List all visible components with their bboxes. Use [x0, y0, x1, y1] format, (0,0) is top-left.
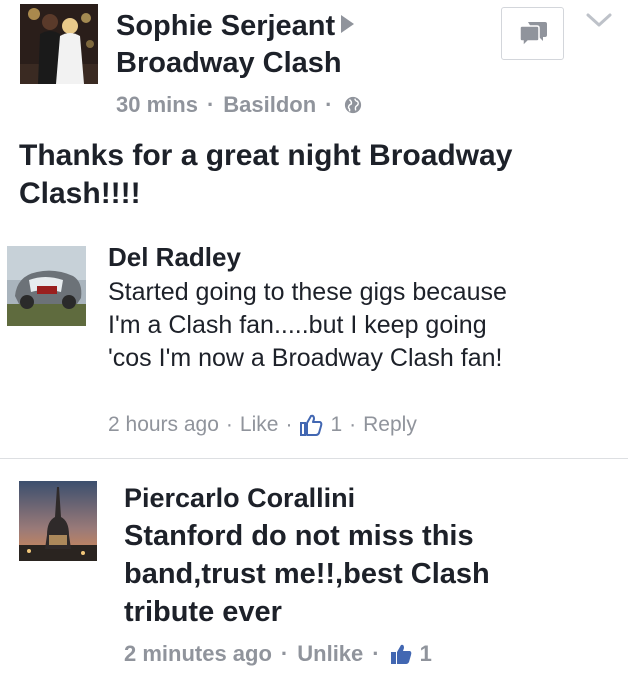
post-author-avatar[interactable]: [20, 4, 98, 84]
meta-separator: ·: [325, 92, 333, 117]
comment-author-avatar[interactable]: [19, 481, 97, 561]
comment-author-name[interactable]: Piercarlo Corallini: [124, 480, 355, 516]
comment-text: Stanford do not miss this band,trust me!…: [124, 520, 490, 628]
shared-to-arrow-icon: [341, 15, 355, 34]
avatar-photo: [20, 4, 98, 84]
meta-separator: ·: [285, 413, 293, 436]
meta-separator: ·: [206, 92, 215, 117]
globe-icon: [344, 96, 361, 114]
comment-time[interactable]: 2 minutes ago: [124, 639, 272, 669]
like-count: 1: [330, 413, 343, 436]
comment-divider: [0, 458, 628, 459]
like-link[interactable]: Like: [240, 410, 279, 440]
avatar-photo: [7, 246, 86, 326]
post-meta: 30 mins · Basildon ·: [116, 90, 362, 120]
post-author-name[interactable]: Sophie Serjeant: [116, 10, 335, 42]
comment-meta: 2 minutes ago · Unlike · 1: [124, 639, 432, 669]
thumbs-up-icon: [300, 414, 323, 436]
post-time[interactable]: 30 mins: [116, 90, 198, 120]
reply-link[interactable]: Reply: [363, 410, 417, 440]
comment-meta: 2 hours ago · Like · 1 · Reply: [108, 410, 417, 440]
messenger-icon: [518, 21, 547, 48]
meta-separator: ·: [280, 641, 289, 666]
like-count: 1: [419, 641, 432, 666]
send-in-messenger-button[interactable]: [501, 7, 564, 60]
comment-text: Started going to these gigs because I'm …: [108, 278, 507, 372]
unlike-link[interactable]: Unlike: [297, 639, 363, 669]
comment-time[interactable]: 2 hours ago: [108, 410, 219, 440]
post-location[interactable]: Basildon: [223, 90, 316, 120]
chevron-down-icon: [586, 13, 612, 27]
comment-author-name[interactable]: Del Radley: [108, 240, 241, 274]
meta-separator: ·: [372, 641, 380, 666]
post-menu-button[interactable]: [584, 10, 614, 32]
post-body-text: Thanks for a great night Broadway Clash!…: [19, 139, 513, 210]
post-author-name-line: Sophie Serjeant: [116, 8, 355, 45]
meta-separator: ·: [225, 413, 233, 436]
comment-author-avatar[interactable]: [7, 246, 86, 326]
post-target-name[interactable]: Broadway Clash: [116, 45, 342, 82]
avatar-photo: [19, 481, 97, 561]
thumbs-up-filled-icon: [390, 644, 411, 664]
meta-separator: ·: [349, 413, 357, 436]
